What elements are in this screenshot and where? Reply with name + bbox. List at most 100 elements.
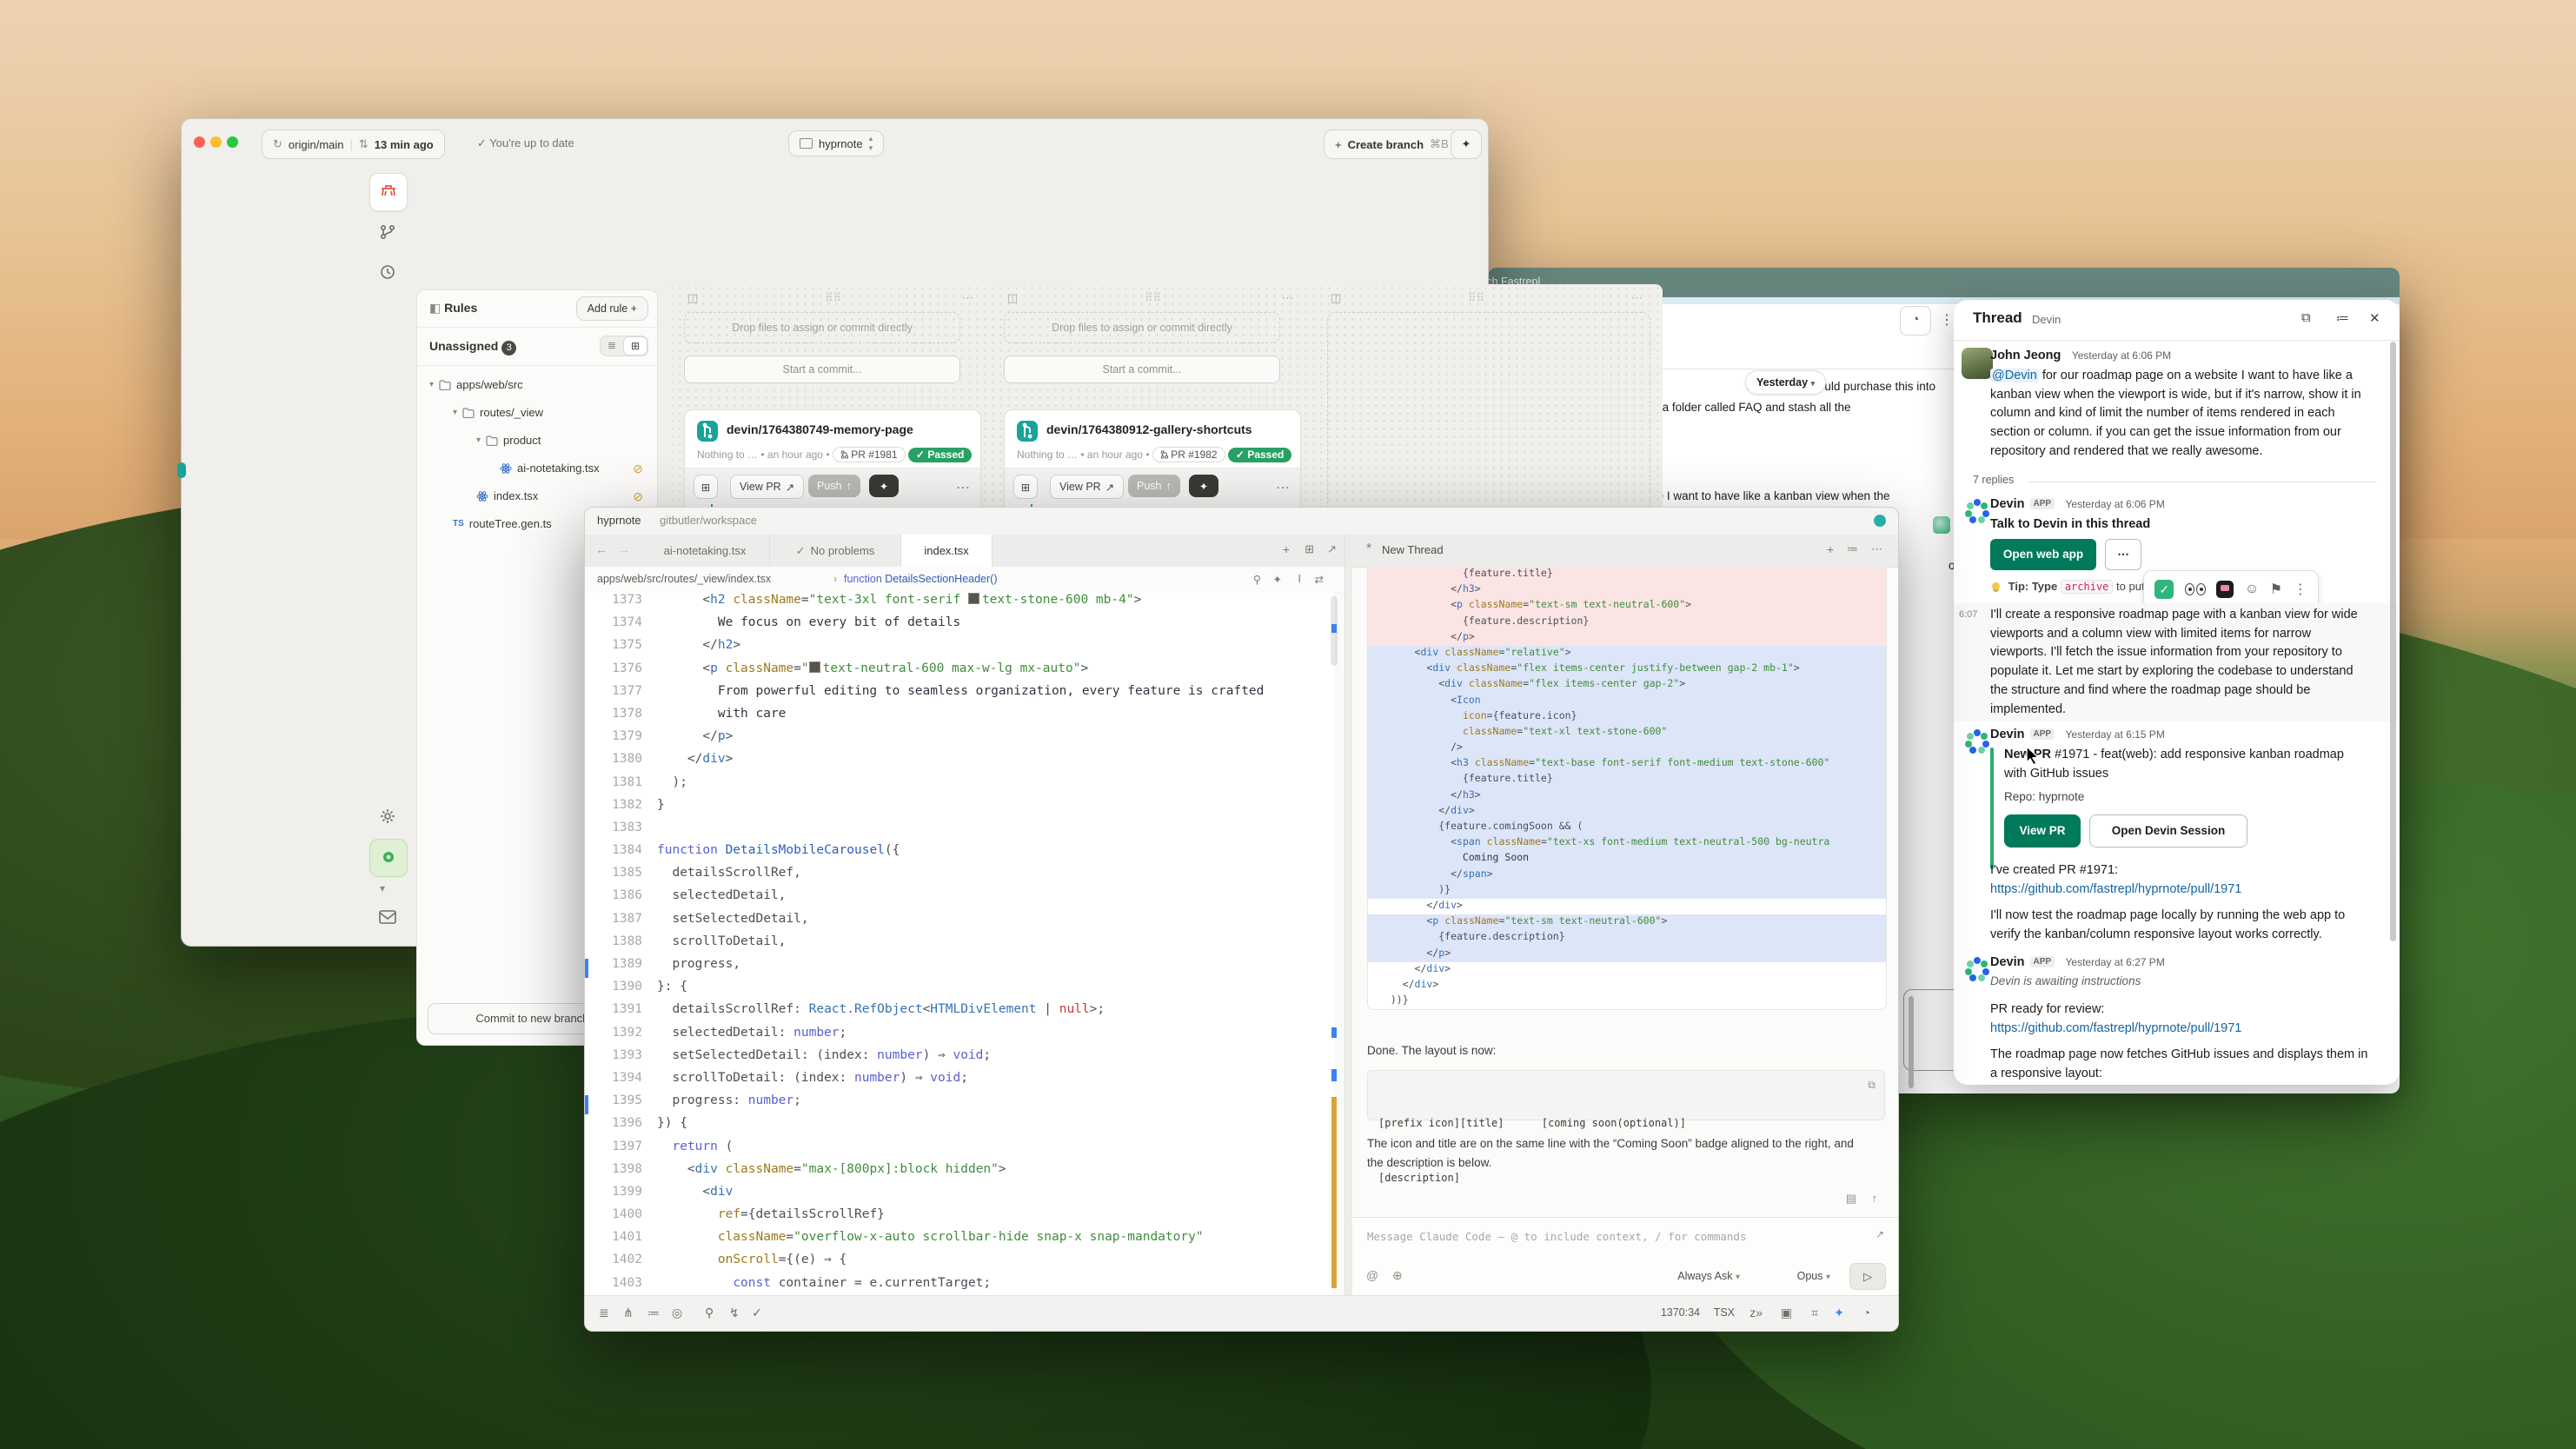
breadcrumb[interactable]: apps/web/src/routes/_view/index.tsx › fu… (585, 567, 1344, 594)
ai-button[interactable]: ✦ (1189, 475, 1218, 497)
lane-panel-icon[interactable]: ◫ (1331, 291, 1341, 305)
expand-input-icon[interactable]: ↗ (1876, 1228, 1884, 1240)
code-line[interactable]: 1393 setSelectedDetail: (index: number) … (585, 1048, 1334, 1071)
close-button[interactable] (194, 136, 205, 148)
code-line[interactable]: 1394 scrollToDetail: (index: number) ⇒ v… (585, 1071, 1334, 1093)
assistant-input-area[interactable]: Message Claude Code — @ to include conte… (1352, 1217, 1898, 1296)
branch-more-icon[interactable]: ⋯ (956, 479, 970, 496)
review-button[interactable]: ⊞ (694, 475, 718, 499)
view-pr-button[interactable]: View PR (2004, 814, 2081, 847)
date-divider-pill[interactable]: Yesterday ▾ (1745, 370, 1826, 395)
code-line[interactable]: 1385 detailsScrollRef, (585, 866, 1334, 888)
scrollbar[interactable] (1909, 996, 1914, 1088)
diff-icon[interactable]: ⇄ (1315, 573, 1324, 586)
thread-list-icon[interactable]: ≔ (1847, 542, 1858, 556)
lane-panel-icon[interactable]: ◫ (1007, 291, 1018, 305)
view-pr-button[interactable]: View PR↗ (1050, 475, 1124, 499)
pr-badge[interactable]: PR #1982 (1152, 447, 1225, 462)
mention-icon[interactable]: @ (1366, 1268, 1378, 1282)
message-timestamp[interactable]: Yesterday at 6:27 PM (2066, 956, 2165, 968)
cursor-position[interactable]: 1370:34 (1661, 1306, 1700, 1319)
mention[interactable]: @Devin (1990, 369, 2039, 382)
editor-scrollbar[interactable] (1329, 593, 1339, 1296)
bookmark-icon[interactable]: ⚑ (2270, 581, 2282, 598)
send-button[interactable]: ▷ (1849, 1263, 1886, 1290)
markdown-copy-icon[interactable]: ▤ (1846, 1192, 1856, 1206)
assistant-tab-title[interactable]: New Thread (1382, 543, 1444, 556)
code-line[interactable]: 1374 We focus on every bit of details (585, 615, 1334, 638)
outline-panel-icon[interactable]: ≔ (647, 1306, 660, 1320)
branch-more-icon[interactable]: ⋯ (1276, 479, 1290, 496)
add-reaction-icon[interactable]: ☺ (2245, 582, 2259, 597)
diagnostics-zap-icon[interactable]: ↯ (729, 1306, 740, 1320)
new-tab-icon[interactable]: + (1283, 542, 1290, 556)
remote-status-pill[interactable]: ↻ origin/main | ⇅ 13 min ago (262, 130, 445, 159)
tree-view-button[interactable]: ⊞ (623, 336, 647, 356)
tree-item-product[interactable]: ▾product (424, 428, 654, 455)
code-line[interactable]: 1392 selectedDetail: number; (585, 1026, 1334, 1048)
pr-link[interactable]: https://github.com/fastrepl/hyprnote/pul… (1990, 1020, 2241, 1039)
zoom-button[interactable] (227, 136, 238, 148)
code-line[interactable]: 1379 </p> (585, 729, 1334, 752)
code-line[interactable]: 1390}: { (585, 980, 1334, 1002)
branch-name[interactable]: devin/1764380912-gallery-shortcuts (1046, 422, 1252, 436)
close-icon[interactable]: ✕ (2369, 310, 2380, 326)
code-line[interactable]: 1396}) { (585, 1116, 1334, 1139)
minimize-button[interactable] (210, 136, 222, 148)
tree-item-routes-view[interactable]: ▾routes/_view (424, 400, 654, 428)
lane-drag-handle[interactable]: ⠿⠿ (1468, 291, 1484, 305)
rail-history-button[interactable] (369, 255, 406, 291)
code-line[interactable]: 1401 className="overflow-x-auto scrollba… (585, 1230, 1334, 1253)
checks-passed-badge[interactable]: ✓ Passed (1228, 448, 1291, 462)
collab-panel-icon[interactable]: ◎ (672, 1306, 682, 1320)
more-actions-icon[interactable]: ⋮ (2294, 581, 2307, 598)
permission-mode-select[interactable]: Always Ask ▾ (1677, 1270, 1740, 1282)
code-line[interactable]: 1382} (585, 798, 1334, 821)
drop-zone[interactable]: Drop files to assign or commit directly (684, 312, 960, 343)
editor-branch-name[interactable]: gitbutler/workspace (660, 514, 757, 527)
ai-button[interactable]: ✦ (869, 475, 899, 497)
notifications-icon[interactable]: ◔ (1863, 1306, 1870, 1319)
add-rule-button[interactable]: Add rule + (576, 296, 648, 321)
check-reaction-icon[interactable]: ✓ (2154, 580, 2174, 599)
editor-project-name[interactable]: hyprnote (597, 514, 641, 527)
cursor-mode-icon[interactable]: I (1298, 573, 1301, 585)
nav-forward-icon[interactable]: → (618, 542, 630, 556)
lane-more-icon[interactable]: ⋯ (1631, 291, 1643, 305)
fold-icon[interactable]: z» (1749, 1306, 1763, 1319)
code-line[interactable]: 1386 selectedDetail, (585, 888, 1334, 911)
eyes-reaction-icon[interactable] (2185, 583, 2206, 595)
rail-feedback-button[interactable] (369, 900, 406, 936)
pr-link[interactable]: https://github.com/fastrepl/hyprnote/pul… (1990, 881, 2241, 900)
view-pr-button[interactable]: View PR↗ (730, 475, 804, 499)
code-editor[interactable]: 1373 <h2 className="text-3xl font-serif … (585, 593, 1334, 1296)
code-line[interactable]: 1376 <p className="text-neutral-600 max-… (585, 661, 1334, 684)
code-line[interactable]: 1383 (585, 821, 1334, 843)
thread-options-icon[interactable]: ≔ (2336, 310, 2349, 326)
open-in-window-icon[interactable]: ⧉ (2301, 310, 2311, 325)
push-button[interactable]: Push↑ (808, 475, 860, 497)
chevron-down-icon[interactable]: ▾ (453, 408, 457, 417)
new-thread-icon[interactable]: + (1827, 542, 1834, 556)
inline-assist-icon[interactable]: ✦ (1273, 573, 1282, 586)
tree-item-apps-web-src[interactable]: ▾apps/web/src (424, 372, 654, 400)
panel-more-icon[interactable]: ⋯ (1871, 542, 1882, 556)
code-line[interactable]: 1378 with care (585, 707, 1334, 729)
push-button[interactable]: Push↑ (1128, 475, 1180, 497)
chevron-down-icon[interactable]: ▾ (429, 380, 434, 389)
code-line[interactable]: 1387 setSelectedDetail, (585, 912, 1334, 934)
user-name[interactable]: John Jeong (1990, 349, 2061, 362)
review-button[interactable]: ⊞ (1013, 475, 1038, 499)
scrollbar[interactable] (2390, 342, 2396, 941)
lane-drag-handle[interactable]: ⠿⠿ (825, 291, 841, 305)
search-icon[interactable]: ⚲ (1253, 573, 1261, 586)
branch-name[interactable]: devin/1764380749-memory-page (727, 422, 913, 436)
avatar[interactable] (1962, 348, 1993, 379)
assistant-sparkle-icon[interactable]: ✦ (1834, 1306, 1844, 1320)
code-line[interactable]: 1375 </h2> (585, 638, 1334, 661)
code-line[interactable]: 1391 detailsScrollRef: React.RefObject<H… (585, 1002, 1334, 1025)
bot-name[interactable]: Devin (1990, 955, 2025, 969)
open-devin-session-button[interactable]: Open Devin Session (2089, 814, 2247, 847)
open-web-app-button[interactable]: Open web app (1990, 539, 2096, 570)
custom-reaction-icon[interactable] (2216, 581, 2234, 598)
